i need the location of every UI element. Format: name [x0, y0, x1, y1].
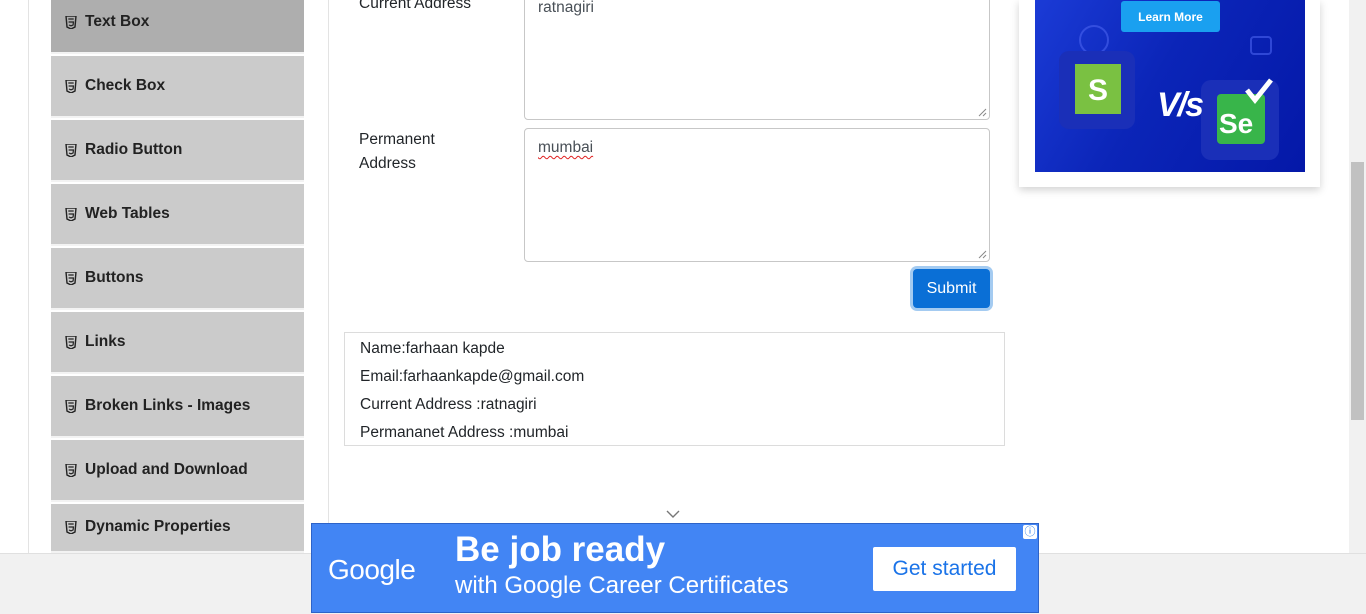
output-box: Name:farhaan kapde Email:farhaankapde@gm… — [344, 332, 1005, 446]
sidebar-item-check-box[interactable]: Check Box — [51, 56, 304, 118]
side-ad-vs-text: V/s — [1157, 86, 1204, 124]
output-permanent-address: Permananet Address :mumbai — [360, 424, 569, 441]
sidebar-item-label: Radio Button — [85, 141, 183, 158]
sidebar-item-label: Links — [85, 333, 126, 350]
html5-icon — [65, 271, 77, 285]
side-ad-left-logo: S — [1088, 74, 1109, 107]
output-current-address: Current Address :ratnagiri — [360, 396, 537, 413]
sidebar-item-links[interactable]: Links — [51, 312, 304, 374]
output-name: Name:farhaan kapde — [360, 340, 505, 357]
html5-icon — [65, 143, 77, 157]
permanent-address-label-line2: Address — [359, 155, 416, 172]
output-email: Email:farhaankapde@gmail.com — [360, 368, 585, 385]
page-scrollbar[interactable] — [1349, 0, 1366, 553]
permanent-address-label-line1: Permanent — [359, 131, 435, 148]
side-ad-right-logo: Se — [1219, 108, 1254, 139]
sidebar-item-buttons[interactable]: Buttons — [51, 248, 304, 310]
chevron-down-icon[interactable] — [665, 509, 681, 519]
banner-subline: with Google Career Certificates — [455, 572, 789, 599]
side-ad-image[interactable]: Learn More S V/s Se — [1035, 0, 1305, 172]
permanent-address-label: Permanent Address — [359, 128, 435, 176]
content-divider — [328, 0, 329, 553]
html5-icon — [65, 399, 77, 413]
banner-brand: Google — [328, 554, 416, 585]
sidebar-item-text-box[interactable]: Text Box — [51, 0, 304, 54]
html5-icon — [65, 79, 77, 93]
html5-icon — [65, 521, 77, 534]
sidebar-item-dynamic-properties[interactable]: Dynamic Properties — [51, 504, 304, 553]
permanent-address-textarea[interactable]: mumbai — [524, 128, 990, 262]
resize-handle-icon[interactable] — [978, 250, 987, 259]
left-gutter-line — [28, 0, 29, 553]
resize-handle-icon[interactable] — [978, 108, 987, 117]
ad-info-glyph: ⓘ — [1024, 525, 1036, 538]
sidebar-item-label: Broken Links - Images — [85, 397, 251, 414]
sidebar-item-upload-download[interactable]: Upload and Download — [51, 440, 304, 502]
current-address-label: Current Address — [359, 0, 471, 12]
banner-headline: Be job ready — [455, 530, 666, 569]
ad-info-icon[interactable]: ⓘ — [1023, 525, 1037, 539]
learn-more-button[interactable]: Learn More — [1121, 1, 1220, 32]
sidebar-item-web-tables[interactable]: Web Tables — [51, 184, 304, 246]
sidebar-item-label: Text Box — [85, 13, 150, 30]
sidebar-item-radio-button[interactable]: Radio Button — [51, 120, 304, 182]
html5-icon — [65, 335, 77, 349]
get-started-button[interactable]: Get started — [873, 547, 1016, 591]
html5-icon — [65, 207, 77, 221]
google-banner-ad[interactable]: Google Be job ready with Google Career C… — [311, 523, 1039, 613]
html5-icon — [65, 463, 77, 477]
sidebar-item-label: Dynamic Properties — [85, 518, 231, 535]
permanent-address-value: mumbai — [538, 139, 594, 156]
submit-button[interactable]: Submit — [913, 269, 990, 308]
sidebar-item-label: Check Box — [85, 77, 166, 94]
sidebar-item-label: Upload and Download — [85, 461, 248, 478]
current-address-value: ratnagiri — [538, 0, 594, 16]
scrollbar-thumb[interactable] — [1351, 162, 1364, 420]
side-ad[interactable]: Learn More S V/s Se — [1019, 0, 1320, 187]
sidebar-item-broken-links[interactable]: Broken Links - Images — [51, 376, 304, 438]
current-address-textarea[interactable]: ratnagiri — [524, 0, 990, 120]
sidebar-item-label: Buttons — [85, 269, 144, 286]
html5-icon — [65, 15, 77, 29]
sidebar-item-label: Web Tables — [85, 205, 170, 222]
